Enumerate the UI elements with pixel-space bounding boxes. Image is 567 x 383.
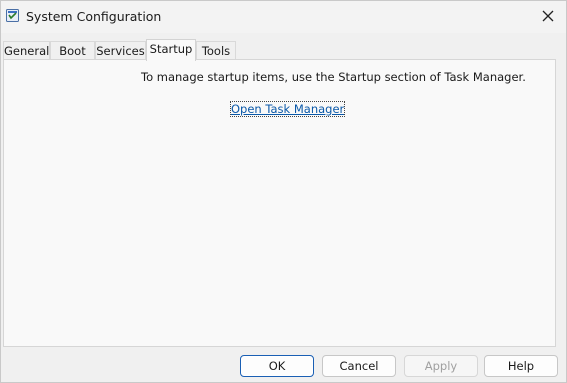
tab-boot[interactable]: Boot [50,41,95,60]
tab-startup[interactable]: Startup [146,39,196,61]
title-bar[interactable]: System Configuration [1,1,566,33]
startup-message: To manage startup items, use the Startup… [141,70,526,84]
ok-button[interactable]: OK [240,355,314,377]
close-icon [542,10,554,22]
tab-strip: General Boot Services Startup Tools [3,39,563,61]
tab-general[interactable]: General [3,41,50,60]
apply-button[interactable]: Apply [404,355,478,377]
open-task-manager-link[interactable]: Open Task Manager [229,101,346,117]
window-title: System Configuration [26,9,162,24]
close-button[interactable] [536,4,560,28]
system-configuration-window: System Configuration General Boot Servic… [0,0,567,383]
startup-panel: To manage startup items, use the Startup… [3,59,556,347]
cancel-button[interactable]: Cancel [322,355,396,377]
tab-tools[interactable]: Tools [196,41,236,60]
msconfig-icon [6,9,19,22]
tab-services[interactable]: Services [95,41,146,60]
help-button[interactable]: Help [484,355,558,377]
